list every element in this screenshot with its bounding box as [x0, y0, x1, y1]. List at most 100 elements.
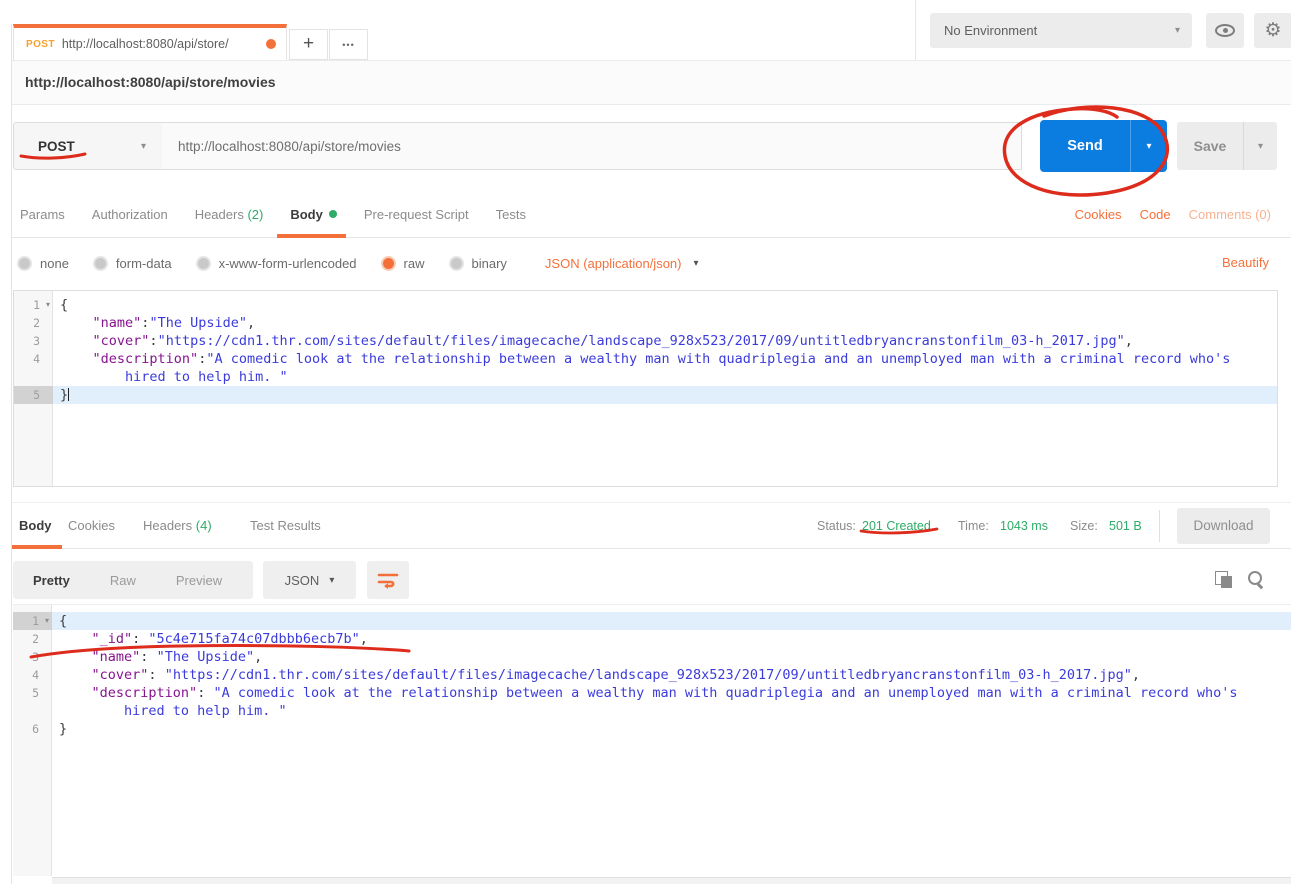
line-number-cell: 4 [13, 666, 52, 684]
tab-pre-request-script[interactable]: Pre-request Script [364, 191, 469, 238]
response-tab-body[interactable]: Body [19, 503, 52, 549]
line-number-cell: 5 [14, 386, 53, 404]
code-line[interactable]: hired to help him. " [14, 368, 1277, 386]
code-text[interactable]: } [53, 386, 1277, 404]
code-text[interactable]: "cover":"https://cdn1.thr.com/sites/defa… [53, 332, 1277, 350]
request-tab[interactable]: POST http://localhost:8080/api/store/ [13, 24, 287, 60]
response-tab-headers[interactable]: Headers (4) [143, 503, 212, 549]
settings-button[interactable]: ⚙ [1254, 13, 1291, 48]
line-number-cell: 5 [13, 684, 52, 702]
tab-params[interactable]: Params [20, 191, 65, 238]
send-label: Send [1040, 120, 1130, 172]
line-number-cell: 6 [13, 720, 52, 738]
code-line[interactable]: 5 "description": "A comedic look at the … [13, 684, 1291, 702]
line-number-cell [14, 368, 53, 386]
code-text[interactable]: "description":"A comedic look at the rel… [53, 350, 1277, 368]
tab-authorization[interactable]: Authorization [92, 191, 168, 238]
environment-select[interactable]: No Environment ▾ [930, 13, 1192, 48]
time-label: Time: [958, 503, 989, 549]
code-text[interactable]: "cover": "https://cdn1.thr.com/sites/def… [52, 666, 1291, 684]
code-text[interactable]: { [52, 612, 1291, 630]
wrap-text-icon [377, 571, 399, 589]
wrap-text-button[interactable] [367, 561, 409, 599]
code-text[interactable]: hired to help him. " [52, 702, 1291, 720]
save-button[interactable]: Save ▾ [1177, 122, 1277, 170]
send-options-caret[interactable]: ▾ [1130, 120, 1167, 172]
code-line[interactable]: hired to help him. " [13, 702, 1291, 720]
method-select[interactable]: POST ▾ [13, 122, 163, 170]
tab-body[interactable]: Body [290, 191, 337, 238]
send-button[interactable]: Send ▾ [1040, 120, 1167, 172]
code-text[interactable]: "description": "A comedic look at the re… [52, 684, 1291, 702]
unsaved-indicator-dot [266, 39, 276, 49]
code-text[interactable]: "_id": "5c4e715fa74c07dbbb6ecb7b", [52, 630, 1291, 648]
radio-binary[interactable]: binary [449, 256, 507, 271]
meta-divider [1159, 510, 1160, 542]
url-input-box[interactable] [162, 122, 1022, 170]
code-line[interactable]: 1▾{ [13, 612, 1291, 630]
view-pretty[interactable]: Pretty [13, 573, 90, 588]
code-line[interactable]: 6} [13, 720, 1291, 738]
code-line[interactable]: 3 "cover":"https://cdn1.thr.com/sites/de… [14, 332, 1277, 350]
radio-none[interactable]: none [17, 256, 69, 271]
comments-link[interactable]: Comments (0) [1189, 207, 1271, 222]
code-link[interactable]: Code [1140, 207, 1171, 222]
fold-caret-icon[interactable]: ▾ [40, 296, 50, 314]
code-line[interactable]: 2 "name":"The Upside", [14, 314, 1277, 332]
radio-x-www-form-urlencoded[interactable]: x-www-form-urlencoded [196, 256, 357, 271]
new-tab-button[interactable]: + [289, 29, 328, 60]
radio-none-label: none [40, 256, 69, 271]
content-type-label: JSON (application/json) [545, 256, 682, 271]
view-preview[interactable]: Preview [156, 573, 242, 588]
chevron-down-icon: ▾ [141, 141, 146, 152]
radio-form-data[interactable]: form-data [93, 256, 172, 271]
tab-options-button[interactable]: ••• [329, 29, 368, 60]
response-tab-test-results[interactable]: Test Results [250, 503, 321, 549]
code-text[interactable]: } [52, 720, 1291, 738]
download-button[interactable]: Download [1177, 508, 1270, 544]
code-line[interactable]: 3 "name": "The Upside", [13, 648, 1291, 666]
response-headers-label: Headers [143, 518, 192, 533]
code-text[interactable]: { [53, 296, 1277, 314]
code-line[interactable]: 1▾{ [14, 296, 1277, 314]
code-text[interactable]: "name": "The Upside", [52, 648, 1291, 666]
tab-tests[interactable]: Tests [496, 191, 526, 238]
tab-url-label: http://localhost:8080/api/store/ [62, 37, 266, 51]
method-label: POST [38, 139, 141, 154]
response-tab-cookies[interactable]: Cookies [68, 503, 115, 549]
time-value: 1043 ms [1000, 503, 1048, 549]
code-line[interactable]: 4 "description":"A comedic look at the r… [14, 350, 1277, 368]
response-language-select[interactable]: JSON ▾ [263, 561, 356, 599]
fold-caret-icon[interactable]: ▾ [39, 612, 49, 630]
save-options-caret[interactable]: ▾ [1243, 122, 1277, 170]
horizontal-scrollbar[interactable] [52, 877, 1291, 884]
line-number-cell [13, 702, 52, 720]
status-badge: 201 Created [862, 503, 931, 549]
line-number-cell: 3 [13, 648, 52, 666]
copy-icon [1215, 571, 1232, 588]
view-raw[interactable]: Raw [90, 573, 156, 588]
url-input[interactable] [162, 123, 1021, 169]
code-line[interactable]: 2 "_id": "5c4e715fa74c07dbbb6ecb7b", [13, 630, 1291, 648]
cookies-link[interactable]: Cookies [1075, 207, 1122, 222]
radio-icon [449, 256, 464, 271]
content-type-select[interactable]: JSON (application/json) ▾ [545, 256, 699, 271]
radio-raw[interactable]: raw [381, 256, 425, 271]
search-response-button[interactable] [1243, 566, 1269, 592]
environment-quick-look-button[interactable] [1206, 13, 1244, 48]
code-line[interactable]: 4 "cover": "https://cdn1.thr.com/sites/d… [13, 666, 1291, 684]
line-number-cell: 1▾ [14, 296, 53, 314]
beautify-link[interactable]: Beautify [1222, 255, 1269, 270]
code-text[interactable]: hired to help him. " [53, 368, 1277, 386]
code-line[interactable]: 5} [14, 386, 1277, 404]
tab-headers[interactable]: Headers (2) [195, 191, 264, 238]
response-body-editor[interactable]: 1▾{2 "_id": "5c4e715fa74c07dbbb6ecb7b",3… [13, 604, 1291, 876]
radio-icon [17, 256, 32, 271]
size-label: Size: [1070, 503, 1098, 549]
code-text[interactable]: "name":"The Upside", [53, 314, 1277, 332]
copy-response-button[interactable] [1210, 566, 1236, 592]
request-body-editor[interactable]: 1▾{2 "name":"The Upside",3 "cover":"http… [13, 290, 1278, 487]
request-builder-bar: POST ▾ Send ▾ Save ▾ [0, 106, 1291, 191]
chevron-down-icon: ▾ [329, 575, 334, 586]
line-number-cell: 2 [14, 314, 53, 332]
